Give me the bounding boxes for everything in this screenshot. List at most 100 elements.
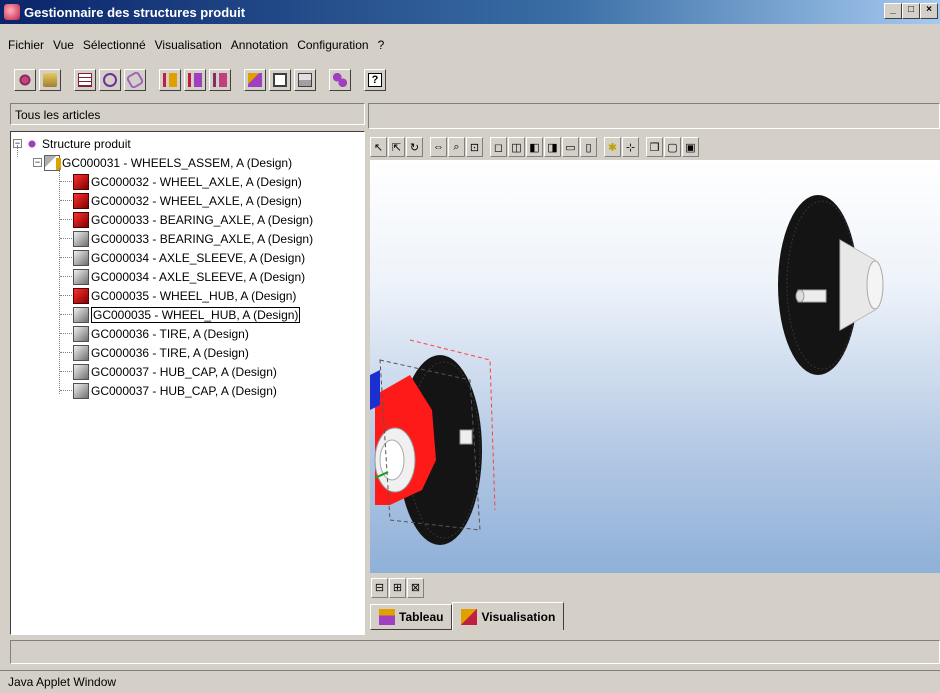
open-folder-button[interactable] <box>39 69 61 91</box>
tree-item[interactable]: GC000037 - HUB_CAP, A (Design) <box>73 362 277 381</box>
explode-icon: ✱ <box>607 141 618 154</box>
hidden-line-button[interactable]: ▣ <box>682 137 699 157</box>
rotate-button[interactable]: ↻ <box>406 137 423 157</box>
pan-button[interactable]: ⇔ <box>430 137 447 157</box>
tree-assembly[interactable]: − GC000031 - WHEELS_ASSEM, A (Design) <box>33 153 292 172</box>
table-tab-icon <box>379 609 395 625</box>
view-top-button[interactable]: ◫ <box>508 137 525 157</box>
open-folder-icon <box>43 73 57 87</box>
explode-button[interactable]: ✱ <box>604 137 621 157</box>
tree-item[interactable]: GC000036 - TIRE, A (Design) <box>73 343 249 362</box>
tree-collapse-button[interactable] <box>209 69 231 91</box>
part-icon <box>73 382 89 399</box>
menu-selectionne[interactable]: Sélectionné <box>83 38 146 52</box>
menu-help[interactable]: ? <box>378 38 385 52</box>
section-button[interactable]: ⊟ <box>371 577 388 598</box>
part-icon <box>73 268 89 285</box>
tree-item[interactable]: GC000037 - HUB_CAP, A (Design) <box>73 381 277 400</box>
props-icon <box>298 73 312 87</box>
table-button[interactable] <box>74 69 96 91</box>
menu-vue[interactable]: Vue <box>53 38 74 52</box>
tab-visualisation[interactable]: Visualisation <box>452 602 565 630</box>
refresh-button[interactable] <box>99 69 121 91</box>
tab-tableau-label: Tableau <box>399 610 444 624</box>
tree-item[interactable]: GC000036 - TIRE, A (Design) <box>73 324 249 343</box>
view-front-button[interactable]: ◻ <box>490 137 507 157</box>
tree-item[interactable]: GC000032 - WHEEL_AXLE, A (Design) <box>73 172 302 191</box>
tree-expand-button[interactable] <box>159 69 181 91</box>
cube-top-icon: ◫ <box>511 141 522 154</box>
section-icon: ⊟ <box>374 582 385 594</box>
tree-item[interactable]: GC000034 - AXLE_SLEEVE, A (Design) <box>73 248 305 267</box>
edit-button[interactable] <box>244 69 266 91</box>
window-title: Gestionnaire des structures produit <box>24 4 246 20</box>
tree-item-label: GC000036 - TIRE, A (Design) <box>91 326 249 341</box>
title-bar: Gestionnaire des structures produit _ □ … <box>0 0 940 24</box>
menu-fichier[interactable]: Fichier <box>8 38 44 52</box>
part-icon <box>73 306 89 323</box>
view-bottom-button[interactable]: ▯ <box>580 137 597 157</box>
props-button[interactable] <box>294 69 316 91</box>
minimize-button[interactable]: _ <box>884 3 902 19</box>
zoom-window-button[interactable]: ⊡ <box>466 137 483 157</box>
3d-viewport[interactable] <box>370 160 940 573</box>
link-button[interactable] <box>124 69 146 91</box>
view-button[interactable] <box>269 69 291 91</box>
part-red-icon <box>73 192 89 209</box>
maximize-button[interactable]: □ <box>902 3 920 19</box>
structure-button[interactable] <box>329 69 351 91</box>
select-region-button[interactable]: ⇱ <box>388 137 405 157</box>
zoom-button[interactable]: ⌕ <box>448 137 465 157</box>
measure-button[interactable]: ⊞ <box>389 577 406 598</box>
tree-item[interactable]: GC000035 - WHEEL_HUB, A (Design) <box>73 305 301 324</box>
edit-icon <box>248 73 262 87</box>
applet-status: Java Applet Window <box>0 670 940 692</box>
tree-item-label: GC000037 - HUB_CAP, A (Design) <box>91 383 277 398</box>
clear-button[interactable]: ⊠ <box>407 577 424 598</box>
tree-expand2-button[interactable] <box>184 69 206 91</box>
select-arrow-button[interactable]: ↖ <box>370 137 387 157</box>
tree-item-label: GC000033 - BEARING_AXLE, A (Design) <box>91 212 314 227</box>
settings-gear-button[interactable] <box>14 69 36 91</box>
shaded-button[interactable]: ❒ <box>646 137 663 157</box>
tree-item-label: GC000037 - HUB_CAP, A (Design) <box>91 364 277 379</box>
tree-root[interactable]: − Structure produit <box>13 134 131 153</box>
tree-item[interactable]: GC000033 - BEARING_AXLE, A (Design) <box>73 229 313 248</box>
fit-button[interactable]: ⊹ <box>622 137 639 157</box>
tree-item[interactable]: GC000035 - WHEEL_HUB, A (Design) <box>73 286 296 305</box>
hidden-line-icon: ▣ <box>685 141 696 154</box>
tree-item-label: GC000035 - WHEEL_HUB, A (Design) <box>91 288 297 303</box>
tree-item-label: GC000034 - AXLE_SLEEVE, A (Design) <box>91 250 306 265</box>
view-iso-button[interactable]: ◨ <box>544 137 561 157</box>
tree-item[interactable]: GC000034 - AXLE_SLEEVE, A (Design) <box>73 267 305 286</box>
view-back-button[interactable]: ▭ <box>562 137 579 157</box>
app-icon <box>4 4 20 20</box>
tab-tableau[interactable]: Tableau <box>370 604 453 630</box>
tree-item-label: GC000032 - WHEEL_AXLE, A (Design) <box>91 193 302 208</box>
view-side-button[interactable]: ◧ <box>526 137 543 157</box>
menu-configuration[interactable]: Configuration <box>297 38 368 52</box>
wheel-model-left-selected <box>370 339 496 545</box>
menu-annotation[interactable]: Annotation <box>231 38 288 52</box>
viewer-bottom-toolbar: ⊟ ⊞ ⊠ <box>368 575 425 600</box>
wireframe-button[interactable]: ▢ <box>664 137 681 157</box>
part-red-icon <box>73 287 89 304</box>
menu-visualisation[interactable]: Visualisation <box>155 38 222 52</box>
tree-item[interactable]: GC000032 - WHEEL_AXLE, A (Design) <box>73 191 302 210</box>
link-icon <box>125 70 145 90</box>
cube-front-icon: ◻ <box>493 141 504 154</box>
rotate-icon: ↻ <box>409 141 420 154</box>
cube-iso-icon: ◨ <box>547 141 558 154</box>
part-icon <box>73 325 89 342</box>
close-button[interactable]: × <box>920 3 938 19</box>
tree-item-label: GC000032 - WHEEL_AXLE, A (Design) <box>91 174 302 189</box>
tree-item[interactable]: GC000033 - BEARING_AXLE, A (Design) <box>73 210 313 229</box>
part-red-icon <box>73 173 89 190</box>
wheel-model-right <box>778 195 884 375</box>
cube-side-icon: ◧ <box>529 141 540 154</box>
collapse-toggle[interactable]: − <box>33 158 42 167</box>
pan-icon: ⇔ <box>433 141 444 153</box>
menu-bar: Fichier Vue Sélectionné Visualisation An… <box>0 34 940 56</box>
product-structure-tree[interactable]: − Structure produit − GC000031 - WHEELS_… <box>10 131 365 635</box>
help-button[interactable]: ? <box>364 69 386 91</box>
